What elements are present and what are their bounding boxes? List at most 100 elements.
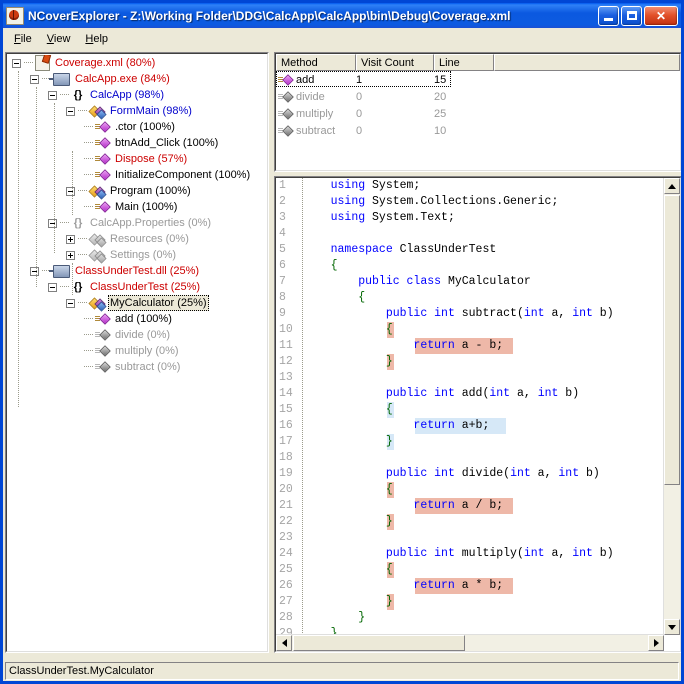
tree-item[interactable]: Resources (0%)	[8, 231, 266, 248]
arrow-up-icon	[668, 183, 676, 189]
method-list-row[interactable]: divide 0 20	[276, 88, 680, 105]
method-list-row[interactable]: subtract 0 10	[276, 122, 680, 139]
scroll-up-button[interactable]	[664, 178, 680, 194]
collapse-icon[interactable]	[12, 58, 21, 68]
code-horizontal-scrollbar[interactable]	[276, 634, 664, 651]
coverage-tree[interactable]: Coverage.xml (80%) CalcApp.exe (84%) {} Cal…	[8, 55, 266, 650]
column-header-line[interactable]: Line	[434, 54, 494, 71]
tree-item[interactable]: {} ClassUnderTest (25%)	[8, 279, 266, 295]
menu-item-help[interactable]: Help	[78, 30, 116, 48]
code-token: System.Text;	[365, 211, 455, 224]
tree-item[interactable]: subtract (0%)	[8, 359, 266, 375]
code-line-text: {	[303, 563, 393, 576]
tree-item[interactable]: FormMain (98%)	[8, 103, 266, 120]
tree-item[interactable]: add (100%)	[8, 311, 266, 327]
scroll-right-button[interactable]	[648, 635, 664, 651]
tree-item[interactable]: Settings (0%)	[8, 247, 266, 264]
method-icon	[95, 329, 111, 341]
tree-item[interactable]: InitializeComponent (100%)	[8, 167, 266, 183]
menu-item-view[interactable]: View	[40, 30, 79, 48]
tree-item[interactable]: .ctor (100%)	[8, 119, 266, 135]
line-number-cell: 10	[434, 124, 447, 137]
close-button[interactable]: ✕	[644, 5, 678, 26]
tree-item[interactable]: Coverage.xml (80%)	[8, 55, 266, 71]
code-line: {	[303, 258, 664, 274]
menu-item-file[interactable]: File	[7, 30, 40, 48]
method-name: add	[296, 73, 315, 86]
maximize-button[interactable]	[621, 5, 642, 26]
scroll-down-button[interactable]	[664, 619, 680, 635]
line-number: 3	[279, 211, 286, 224]
collapse-icon[interactable]	[48, 282, 57, 292]
tree-item[interactable]: multiply (0%)	[8, 343, 266, 359]
expand-icon[interactable]	[66, 250, 75, 260]
code-line: public int divide(int a, int b)	[303, 466, 664, 482]
tree-item[interactable]: MyCalculator (25%)	[8, 295, 266, 312]
tree-guide-line	[36, 87, 38, 287]
line-number: 26	[279, 579, 293, 592]
collapse-icon[interactable]	[30, 74, 39, 84]
code-token: public class	[358, 275, 442, 288]
column-header-filler	[494, 54, 680, 71]
expand-icon[interactable]	[66, 234, 75, 244]
code-token: using	[330, 195, 366, 208]
code-token: a+b;	[454, 419, 490, 432]
tree-item[interactable]: CalcApp.exe (84%)	[8, 71, 266, 87]
collapse-icon[interactable]	[66, 298, 75, 308]
method-icon	[95, 153, 111, 165]
method-list-body[interactable]: add 1 15 divide 0 20 multiply 0 25 subtract 0 10	[276, 71, 680, 170]
code-token: int	[558, 467, 580, 480]
code-line: }	[303, 514, 664, 530]
tree-item-label: CalcApp.exe (84%)	[75, 73, 170, 85]
tree-item[interactable]: Main (100%)	[8, 199, 266, 215]
line-number: 28	[279, 611, 293, 624]
title-bar[interactable]: NCoverExplorer - Z:\Working Folder\DDG\C…	[3, 3, 681, 28]
tree-connector	[84, 318, 93, 320]
code-line: public class MyCalculator	[303, 274, 664, 290]
source-code-text[interactable]: using System; using System.Collections.G…	[303, 178, 664, 635]
code-line: public int add(int a, int b)	[303, 386, 664, 402]
minimize-button[interactable]	[598, 5, 619, 26]
collapse-icon[interactable]	[48, 90, 57, 100]
collapse-icon[interactable]	[66, 106, 75, 116]
tree-item[interactable]: {} CalcApp.Properties (0%)	[8, 215, 266, 231]
method-list-row[interactable]: add 1 15	[276, 71, 680, 88]
tree-connector	[84, 174, 93, 176]
code-token: b)	[558, 387, 580, 400]
method-icon	[95, 201, 111, 213]
code-horizontal-scroll-thumb[interactable]	[293, 635, 465, 651]
line-number: 27	[279, 595, 293, 608]
tree-item[interactable]: Program (100%)	[8, 183, 266, 200]
code-vertical-scroll-thumb[interactable]	[664, 195, 680, 485]
tree-item[interactable]: divide (0%)	[8, 327, 266, 343]
method-list-row[interactable]: multiply 0 25	[276, 105, 680, 122]
code-line-text: return a * b;	[303, 579, 503, 592]
code-line: {	[303, 482, 664, 498]
code-token: multiply(	[454, 547, 524, 560]
tree-item[interactable]: btnAdd_Click (100%)	[8, 135, 266, 151]
scroll-left-button[interactable]	[276, 635, 292, 651]
line-number: 8	[279, 291, 286, 304]
class-icon	[88, 184, 107, 200]
tree-item[interactable]: ClassUnderTest.dll (25%)	[8, 263, 266, 279]
tree-item-label: CalcApp.Properties (0%)	[90, 217, 212, 229]
code-token: {	[358, 291, 366, 304]
code-token: b)	[592, 547, 614, 560]
column-header-method[interactable]: Method	[276, 54, 356, 71]
code-token: a,	[544, 307, 573, 320]
tree-item[interactable]: Dispose (57%)	[8, 151, 266, 167]
close-icon: ✕	[655, 8, 667, 23]
client-area: Coverage.xml (80%) CalcApp.exe (84%) {} Cal…	[3, 50, 681, 660]
code-line: {	[303, 290, 664, 306]
column-header-visit-count[interactable]: Visit Count	[356, 54, 434, 71]
line-number: 7	[279, 275, 286, 288]
method-name: divide	[296, 90, 325, 103]
tree-item[interactable]: {} CalcApp (98%)	[8, 87, 266, 103]
tree-item-label: Main (100%)	[115, 201, 178, 213]
code-vertical-scrollbar[interactable]	[663, 178, 680, 635]
